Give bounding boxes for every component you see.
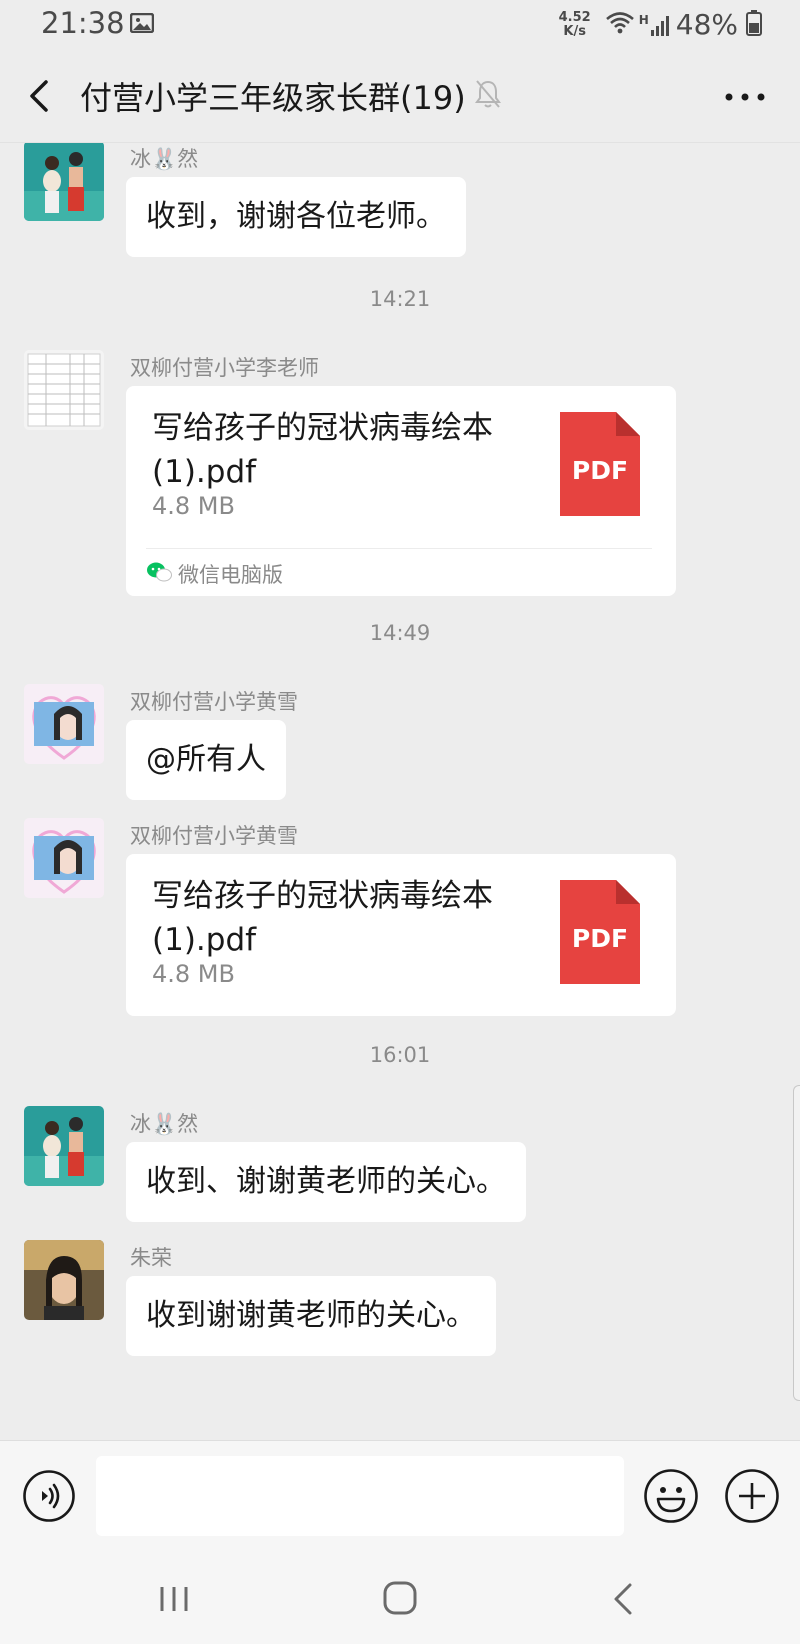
more-icon	[720, 93, 770, 116]
sender-name: 冰🐰然	[130, 147, 199, 171]
message-item: 双柳付营小学李老师 写给孩子的冠状病毒绘本(1).pdf 4.8 MB PDF	[0, 350, 800, 610]
pdf-label: PDF	[571, 924, 629, 953]
sender-name: 冰🐰然	[130, 1112, 199, 1136]
message-input[interactable]	[96, 1456, 624, 1536]
bell-off-icon	[474, 78, 502, 114]
avatar[interactable]	[24, 684, 104, 764]
message-bubble[interactable]: 收到，谢谢各位老师。	[126, 177, 466, 257]
avatar[interactable]	[24, 818, 104, 898]
timestamp: 14:49	[369, 621, 431, 645]
sender-name: 双柳付营小学黄雪	[130, 690, 298, 714]
message-bubble[interactable]: @所有人	[126, 720, 286, 800]
plus-icon	[724, 1469, 780, 1528]
file-source-label: 微信电脑版	[178, 563, 283, 587]
file-card[interactable]: 写给孩子的冠状病毒绘本(1).pdf 4.8 MB PDF	[126, 386, 676, 596]
message-item: 冰🐰然 收到，谢谢各位老师。	[0, 143, 800, 261]
signal-icon: H	[639, 14, 670, 36]
emoji-icon	[643, 1469, 699, 1528]
input-bar	[0, 1440, 800, 1552]
chat-title: 付营小学三年级家长群(19)	[80, 79, 466, 117]
timestamp: 14:21	[369, 287, 431, 311]
recents-icon	[156, 1587, 192, 1621]
system-nav-bar	[0, 1551, 800, 1644]
message-bubble[interactable]: 收到谢谢黄老师的关心。	[126, 1276, 496, 1356]
status-bar: 21:38 4.52 K/s H 48%	[0, 0, 800, 50]
network-speed-value: 4.52	[558, 9, 591, 25]
recents-button[interactable]	[156, 1581, 192, 1617]
back-button[interactable]	[22, 74, 62, 118]
network-speed: 4.52 K/s	[558, 9, 591, 39]
message-item: 冰🐰然 收到、谢谢黄老师的关心。	[0, 1106, 800, 1226]
pdf-icon: PDF	[560, 412, 640, 516]
file-card[interactable]: 写给孩子的冠状病毒绘本(1).pdf 4.8 MB PDF	[126, 854, 676, 1016]
home-icon	[380, 1581, 420, 1622]
home-button[interactable]	[380, 1578, 420, 1618]
voice-button[interactable]	[22, 1469, 76, 1523]
emoji-button[interactable]	[643, 1468, 699, 1524]
battery-percent: 48%	[675, 8, 738, 41]
pdf-label: PDF	[571, 456, 629, 485]
plus-button[interactable]	[724, 1468, 780, 1524]
sender-name: 朱荣	[130, 1246, 172, 1270]
pdf-icon: PDF	[560, 880, 640, 984]
network-speed-unit: K/s	[563, 23, 586, 39]
timestamp: 16:01	[369, 1043, 431, 1067]
back-icon	[22, 80, 62, 122]
message-item: 双柳付营小学黄雪 写给孩子的冠状病毒绘本(1).pdf 4.8 MB PDF	[0, 818, 800, 1018]
file-source: 微信电脑版	[146, 548, 652, 597]
status-indicators: 4.52 K/s H 48%	[559, 8, 762, 41]
message-item: 双柳付营小学黄雪 @所有人	[0, 684, 800, 804]
scroll-indicator[interactable]	[793, 1085, 800, 1401]
more-button[interactable]	[720, 82, 770, 112]
message-list[interactable]: 冰🐰然 收到，谢谢各位老师。 14:21 双柳付营小学李老师 写给孩子的冠状病毒…	[0, 143, 800, 1439]
avatar[interactable]	[24, 350, 104, 430]
nav-back-icon	[608, 1583, 638, 1623]
file-size: 4.8 MB	[152, 960, 235, 988]
file-size: 4.8 MB	[152, 492, 235, 520]
wechat-icon	[146, 561, 172, 587]
file-name: 写给孩子的冠状病毒绘本(1).pdf	[152, 878, 493, 958]
sender-name: 双柳付营小学黄雪	[130, 824, 298, 848]
message-item: 朱荣 收到谢谢黄老师的关心。	[0, 1240, 800, 1360]
battery-icon	[746, 9, 762, 40]
chat-header: 付营小学三年级家长群(19)	[0, 50, 800, 143]
status-time: 21:38	[41, 6, 125, 40]
sender-name: 双柳付营小学李老师	[130, 356, 319, 380]
file-name: 写给孩子的冠状病毒绘本(1).pdf	[152, 410, 493, 490]
photo-icon	[129, 12, 155, 37]
voice-icon	[22, 1470, 76, 1527]
avatar[interactable]	[24, 143, 104, 221]
network-type: H	[638, 12, 649, 27]
wifi-icon	[605, 11, 635, 39]
message-bubble[interactable]: 收到、谢谢黄老师的关心。	[126, 1142, 526, 1222]
avatar[interactable]	[24, 1240, 104, 1320]
avatar[interactable]	[24, 1106, 104, 1186]
nav-back-button[interactable]	[608, 1579, 638, 1619]
